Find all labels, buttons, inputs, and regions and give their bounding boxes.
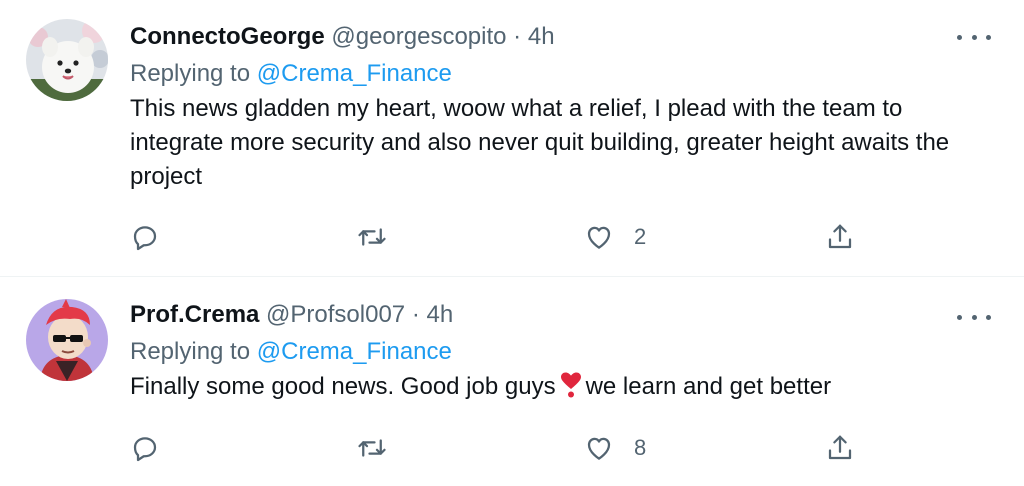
share-icon: [828, 224, 852, 249]
like-icon: [587, 226, 611, 249]
tweet-text-part: Finally some good news. Good job guys: [130, 373, 556, 400]
replying-to: Replying to @Crema_Finance: [130, 337, 994, 367]
share-icon: [828, 435, 852, 460]
separator-dot: ·: [513, 23, 522, 50]
reply-button[interactable]: [130, 432, 160, 464]
share-button[interactable]: [825, 221, 855, 253]
like-button[interactable]: 2: [584, 221, 646, 253]
separator-dot: ·: [411, 301, 420, 328]
tweet-header: Prof.Crema @Profsol007 · 4h: [130, 300, 994, 330]
tweet[interactable]: ConnectoGeorge @georgescopito · 4h Reply…: [0, 0, 1024, 277]
timestamp[interactable]: 4h: [427, 301, 454, 328]
display-name[interactable]: Prof.Crema: [130, 301, 259, 328]
like-count: 2: [634, 224, 647, 249]
reply-icon: [133, 437, 157, 462]
replying-prefix: Replying to: [130, 338, 251, 365]
tweet-header: ConnectoGeorge @georgescopito · 4h: [130, 22, 994, 52]
more-icon[interactable]: [954, 27, 994, 47]
avatar[interactable]: [26, 19, 108, 101]
reply-icon: [133, 226, 157, 251]
mention-link[interactable]: @Crema_Finance: [257, 60, 452, 87]
display-name[interactable]: ConnectoGeorge: [130, 23, 325, 50]
avatar-dog-image: [26, 19, 108, 101]
user-handle[interactable]: @Profsol007: [266, 301, 405, 328]
retweet-button[interactable]: [357, 221, 387, 253]
mention-link[interactable]: @Crema_Finance: [257, 338, 452, 365]
tweet-text-part: we learn and get better: [585, 373, 832, 400]
retweet-icon: [358, 228, 386, 246]
heart-exclamation-emoji: [560, 372, 581, 398]
tweet-actions: 8: [130, 432, 870, 464]
avatar-nft-image: [26, 299, 108, 381]
tweet[interactable]: Prof.Crema @Profsol007 · 4h Replying to …: [0, 277, 1024, 486]
retweet-icon: [358, 439, 386, 457]
avatar[interactable]: [26, 299, 108, 381]
tweet-text: This news gladden my heart, woow what a …: [130, 95, 950, 190]
timestamp[interactable]: 4h: [528, 23, 555, 50]
like-icon: [587, 437, 611, 460]
tweet-content: Prof.Crema @Profsol007 · 4h Replying to …: [130, 300, 994, 404]
tweet-content: ConnectoGeorge @georgescopito · 4h Reply…: [130, 22, 994, 194]
replying-to: Replying to @Crema_Finance: [130, 59, 994, 89]
tweet-text: Finally some good news. Good job guys we …: [130, 370, 994, 404]
replying-prefix: Replying to: [130, 60, 251, 87]
share-button[interactable]: [825, 432, 855, 464]
like-button[interactable]: 8: [584, 432, 646, 464]
retweet-button[interactable]: [357, 432, 387, 464]
user-handle[interactable]: @georgescopito: [331, 23, 506, 50]
reply-button[interactable]: [130, 221, 160, 253]
like-count: 8: [634, 435, 647, 460]
tweet-actions: 2: [130, 221, 870, 253]
more-icon[interactable]: [954, 307, 994, 327]
